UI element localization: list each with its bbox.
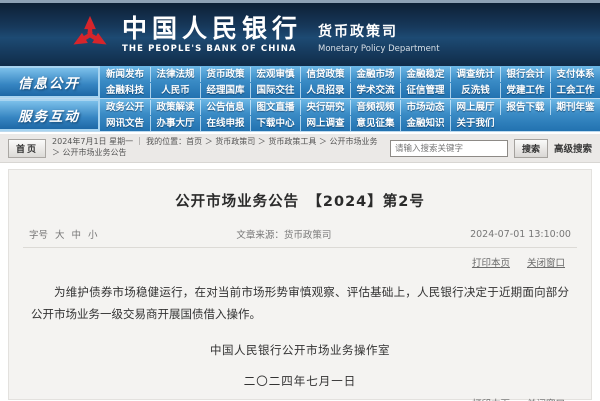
bank-name-cn: 中国人民银行 (122, 16, 302, 41)
font-size-large-button[interactable]: 大 (55, 227, 65, 241)
nav-item[interactable]: 党建工作 (500, 83, 550, 98)
nav-item[interactable]: 政务公开 (100, 100, 150, 115)
nav-item[interactable]: 经理国库 (200, 83, 250, 98)
nav-item[interactable]: 期刊年鉴 (550, 100, 600, 115)
nav-item[interactable]: 报告下载 (500, 100, 550, 115)
nav-item[interactable]: 信贷政策 (300, 67, 350, 82)
breadcrumb-bar: 首页 2024年7月1日 星期一 ｜ 我的位置：首页 ＞ 货币政策司 ＞ 货币政… (0, 132, 600, 163)
nav-item[interactable]: 意见征集 (350, 116, 400, 131)
article-meta-row: 字号 大 中 小 文章来源：货币政策司 2024-07-01 13:10:00 (23, 227, 577, 248)
nav-item[interactable]: 在线申报 (200, 116, 250, 131)
article-datetime: 2024-07-01 13:10:00 (470, 229, 571, 240)
search-area: 搜索 高级搜索 (390, 139, 592, 158)
nav-item[interactable]: 公告信息 (200, 100, 250, 115)
article-body: 为维护债券市场稳健运行，在对当前市场形势审慎观察、评估基础上，人民银行决定于近期… (31, 281, 569, 326)
nav-item[interactable]: 货币政策 (200, 67, 250, 82)
print-page-link[interactable]: 打印本页 (472, 258, 510, 269)
nav-item[interactable]: 新闻发布 (100, 67, 150, 82)
nav-item[interactable]: 支付体系 (550, 67, 600, 82)
nav-item[interactable]: 网讯文告 (100, 116, 150, 131)
nav-item[interactable]: 央行研究 (300, 100, 350, 115)
nav-item[interactable]: 征信管理 (400, 83, 450, 98)
nav-services: 服务互动 政务公开政策解读公告信息图文直播央行研究音频视频市场动态网上展厅报告下… (0, 99, 600, 132)
nav-item[interactable]: 工会工作 (550, 83, 600, 98)
article-date-cn: 二〇二四年七月一日 (9, 373, 591, 389)
article-signature: 中国人民银行公开市场业务操作室 (9, 342, 591, 358)
nav-item[interactable]: 国际交往 (250, 83, 300, 98)
nav-item[interactable]: 网上调查 (300, 116, 350, 131)
page-title: 公开市场业务公告 【2024】第2号 (9, 170, 591, 211)
nav-item[interactable]: 调查统计 (450, 67, 500, 82)
nav-section-label-info[interactable]: 信息公开 (0, 66, 100, 98)
pboc-logo-icon (68, 13, 112, 57)
nav-item[interactable]: 办事大厅 (150, 116, 200, 131)
close-window-link[interactable]: 关闭窗口 (527, 258, 565, 269)
article-source: 文章来源：货币政策司 (236, 227, 331, 241)
nav-item[interactable]: 金融稳定 (400, 67, 450, 82)
article-panel: 公开市场业务公告 【2024】第2号 字号 大 中 小 文章来源：货币政策司 2… (8, 169, 592, 400)
search-input[interactable] (390, 140, 508, 157)
nav-item[interactable]: 下载中心 (250, 116, 300, 131)
font-size-label: 字号 (29, 227, 48, 241)
font-size-medium-button[interactable]: 中 (72, 227, 82, 241)
nav-info-row1: 新闻发布法律法规货币政策宏观审慎信贷政策金融市场金融稳定调查统计银行会计支付体系 (100, 66, 600, 82)
department-block: 货币政策司 Monetary Policy Department (318, 15, 440, 54)
top-action-links: 打印本页 关闭窗口 (9, 248, 591, 269)
nav-item[interactable]: 政策解读 (150, 100, 200, 115)
bottom-action-links: 打印本页 关闭窗口 (9, 389, 591, 401)
department-name-cn: 货币政策司 (318, 21, 440, 41)
nav-item[interactable]: 金融知识 (400, 116, 450, 131)
department-name-en: Monetary Policy Department (318, 44, 440, 54)
font-size-controls: 字号 大 中 小 (29, 227, 98, 241)
nav-item[interactable]: 学术交流 (350, 83, 400, 98)
nav-item[interactable]: 反洗钱 (450, 83, 500, 98)
font-size-small-button[interactable]: 小 (88, 227, 98, 241)
bank-name-block: 中国人民银行 THE PEOPLE'S BANK OF CHINA (122, 16, 302, 54)
advanced-search-link[interactable]: 高级搜索 (554, 141, 592, 155)
nav-item[interactable]: 金融科技 (100, 83, 150, 98)
nav-item[interactable]: 银行会计 (500, 67, 550, 82)
home-button[interactable]: 首页 (8, 139, 46, 158)
nav-item[interactable]: 人民币 (150, 83, 200, 98)
nav-item[interactable]: 人员招录 (300, 83, 350, 98)
breadcrumb[interactable]: 2024年7月1日 星期一 ｜ 我的位置：首页 ＞ 货币政策司 ＞ 货币政策工具… (52, 137, 384, 159)
nav-item[interactable]: 法律法规 (150, 67, 200, 82)
nav-info-disclosure: 信息公开 新闻发布法律法规货币政策宏观审慎信贷政策金融市场金融稳定调查统计银行会… (0, 66, 600, 99)
nav-services-row1: 政务公开政策解读公告信息图文直播央行研究音频视频市场动态网上展厅报告下载期刊年鉴 (100, 99, 600, 115)
nav-section-label-services[interactable]: 服务互动 (0, 99, 100, 131)
nav-item[interactable]: 市场动态 (400, 100, 450, 115)
search-button[interactable]: 搜索 (514, 139, 548, 158)
nav-item[interactable]: 关于我们 (450, 116, 500, 131)
nav-item[interactable]: 宏观审慎 (250, 67, 300, 82)
bank-name-en: THE PEOPLE'S BANK OF CHINA (122, 44, 302, 54)
nav-item[interactable]: 金融市场 (350, 67, 400, 82)
nav-item[interactable]: 网上展厅 (450, 100, 500, 115)
nav-info-row2: 金融科技人民币经理国库国际交往人员招录学术交流征信管理反洗钱党建工作工会工作 (100, 82, 600, 98)
site-header: 中国人民银行 THE PEOPLE'S BANK OF CHINA 货币政策司 … (0, 0, 600, 66)
nav-services-row2: 网讯文告办事大厅在线申报下载中心网上调查意见征集金融知识关于我们 (100, 115, 600, 131)
nav-item[interactable]: 图文直播 (250, 100, 300, 115)
nav-item[interactable]: 音频视频 (350, 100, 400, 115)
